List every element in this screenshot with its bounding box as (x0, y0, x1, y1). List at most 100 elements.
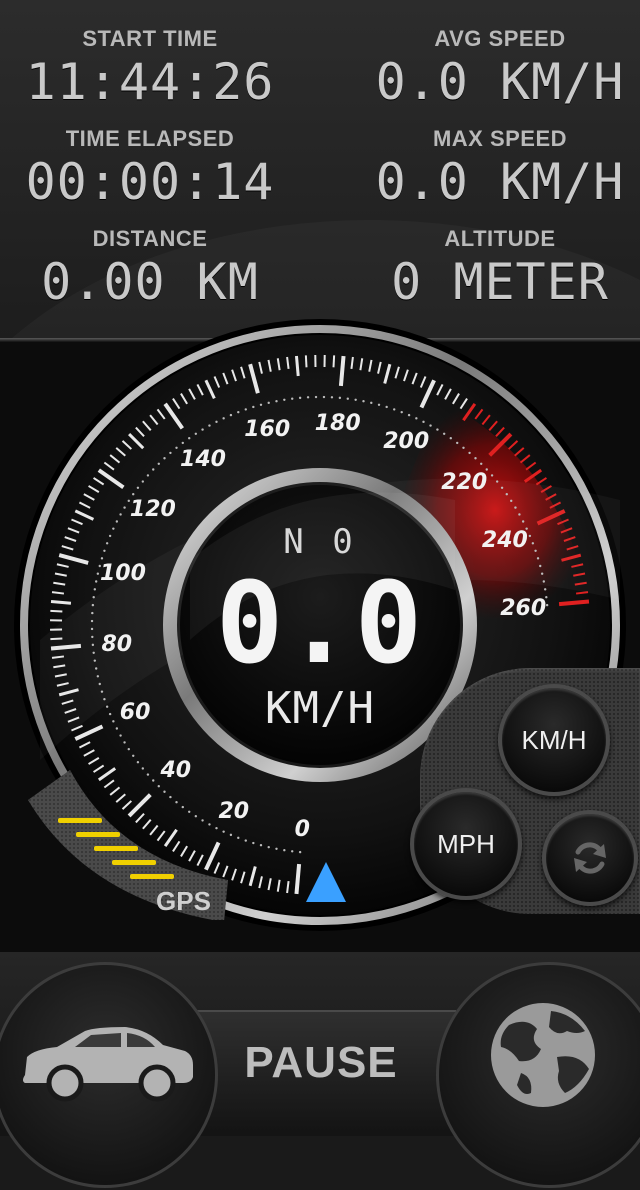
gauge-dot (415, 417, 417, 419)
gauge-scale-label: 120 (130, 497, 176, 522)
gauge-dot (201, 428, 203, 430)
gauge-dot (450, 437, 452, 439)
gauge-dot (123, 741, 125, 743)
gauge-dot (315, 396, 317, 398)
time-elapsed-value: 00:00:14 (10, 154, 290, 210)
gauge-dot (491, 474, 493, 476)
gauge-dot (230, 834, 232, 836)
refresh-icon (568, 836, 612, 880)
gauge-dot (245, 408, 247, 410)
gauge-dot (123, 506, 125, 508)
gauge-dot (252, 406, 254, 408)
distance-value: 0.00 KM (10, 254, 290, 310)
gauge-dot (468, 452, 470, 454)
gauge-dot (147, 474, 149, 476)
gauge-dot (354, 399, 356, 401)
gauge-dot (260, 844, 262, 846)
gauge-dot (307, 396, 309, 398)
distance-stat: DISTANCE 0.00 KM (10, 226, 290, 310)
gauge-scale-label: 180 (315, 411, 361, 436)
gauge-dot (401, 411, 403, 413)
start-time-label: START TIME (10, 26, 290, 52)
gauge-dot (208, 424, 210, 426)
gauge-dot (245, 839, 247, 841)
pause-button[interactable]: PAUSE (186, 1038, 456, 1088)
heading-readout: N 0 (0, 522, 640, 562)
globe-button[interactable] (436, 962, 640, 1188)
gauge-dot (237, 837, 239, 839)
gauge-dot (299, 851, 301, 853)
gauge-dot (370, 402, 372, 404)
gauge-dot (119, 513, 121, 515)
gauge-dot (182, 442, 184, 444)
gauge-dot (195, 433, 197, 435)
gauge-dot (283, 849, 285, 851)
gauge-dot (291, 850, 293, 852)
gauge-dot (480, 463, 482, 465)
gauge-dot (291, 397, 293, 399)
gauge-scale-label: 140 (180, 447, 226, 472)
avg-speed-label: AVG SPEED (360, 26, 640, 52)
gauge-dot (175, 447, 177, 449)
time-elapsed-label: TIME ELAPSED (10, 126, 290, 152)
altitude-label: ALTITUDE (360, 226, 640, 252)
gauge-dot (237, 411, 239, 413)
gauge-scale-label: 200 (383, 429, 429, 454)
gauge-tick (334, 355, 335, 367)
car-button[interactable] (0, 962, 218, 1188)
avg-speed-stat: AVG SPEED 0.0 KM/H (360, 26, 640, 110)
max-speed-label: MAX SPEED (360, 126, 640, 152)
gauge-dot (456, 442, 458, 444)
gauge-dot (142, 480, 144, 482)
gauge-dot (408, 414, 410, 416)
gauge-dot (275, 848, 277, 850)
gauge-dot (268, 402, 270, 404)
gauge-dot (158, 463, 160, 465)
car-icon (0, 965, 215, 1185)
gauge-dot (230, 414, 232, 416)
max-speed-value: 0.0 KM/H (360, 154, 640, 210)
gauge-dot (422, 421, 424, 423)
start-time-stat: START TIME 11:44:26 (10, 26, 290, 110)
gauge-dot (163, 457, 165, 459)
gauge-dot (323, 396, 325, 398)
gauge-tick (341, 356, 344, 386)
refresh-button[interactable] (542, 810, 638, 906)
gauge-dot (137, 487, 139, 489)
gauge-dot (429, 424, 431, 426)
gauge-dot (462, 447, 464, 449)
time-elapsed-stat: TIME ELAPSED 00:00:14 (10, 126, 290, 210)
gauge-dot (331, 396, 333, 398)
gauge-dot (283, 399, 285, 401)
gauge-dot (132, 493, 134, 495)
gauge-dot (474, 457, 476, 459)
gauge-dot (443, 433, 445, 435)
gauge-tick (306, 355, 307, 367)
gauge-scale-label: 160 (244, 417, 290, 442)
gauge-dot (275, 400, 277, 402)
mph-button[interactable]: MPH (410, 788, 522, 900)
gps-label: GPS (156, 886, 211, 917)
start-time-value: 11:44:26 (10, 54, 290, 110)
altitude-stat: ALTITUDE 0 METER (360, 226, 640, 310)
gauge-tick (296, 864, 299, 894)
gauge-dot (215, 421, 217, 423)
gauge-dot (347, 397, 349, 399)
gauge-dot (128, 748, 130, 750)
avg-speed-value: 0.0 KM/H (360, 54, 640, 110)
gauge-dot (169, 452, 171, 454)
gauge-dot (268, 846, 270, 848)
gauge-dot (378, 404, 380, 406)
gauge-dot (119, 734, 121, 736)
gauge-dot (222, 417, 224, 419)
globe-icon (439, 965, 640, 1185)
gauge-scale-label: 0 (295, 817, 310, 842)
gauge-dot (252, 842, 254, 844)
kmh-button[interactable]: KM/H (498, 684, 610, 796)
gauge-dot (299, 397, 301, 399)
altitude-value: 0 METER (360, 254, 640, 310)
gauge-dot (339, 397, 341, 399)
gauge-dot (362, 400, 364, 402)
max-speed-stat: MAX SPEED 0.0 KM/H (360, 126, 640, 210)
distance-label: DISTANCE (10, 226, 290, 252)
